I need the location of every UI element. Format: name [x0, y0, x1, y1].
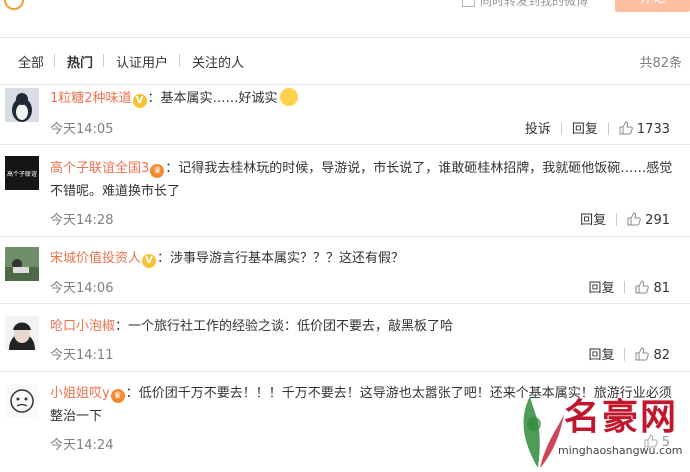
avatar[interactable]: 高个子联谊 — [5, 156, 39, 190]
member-crown-icon: ♛ — [150, 164, 165, 178]
avatar[interactable] — [5, 316, 39, 350]
comment-actions: 投诉 回复 1733 — [525, 118, 670, 137]
forward-checkbox[interactable] — [462, 0, 475, 7]
like-button[interactable]: 1733 — [619, 121, 670, 137]
tab-divider — [54, 54, 55, 67]
thumbs-up-icon — [627, 212, 641, 226]
comment-time: 今天14:24 — [50, 438, 114, 453]
comment-text: 宋城价值投资人 V ：涉事导游言行基本属实？？？这还有假？ — [50, 247, 680, 270]
comment-body: ：涉事导游言行基本属实？？？这还有假？ — [157, 251, 405, 266]
avatar[interactable] — [5, 384, 39, 418]
comment-time: 今天14:11 — [50, 348, 114, 363]
comment-count: 共82条 — [639, 56, 682, 71]
comment-body: ：一个旅行社工作的经验之谈：低价团不要去，敲黑板了哈 — [115, 319, 454, 334]
comment-text: 高个子联谊全国3 ♛ ：记得我去桂林玩的时候，导游说，市长说了，谁敢砸桂林招牌，我就… — [50, 157, 680, 203]
comment-actions: 回复 291 — [580, 209, 670, 228]
comment-toolbar: 同时转发到我的微博 评论 — [0, 0, 690, 20]
watermark-logo-icon — [523, 396, 564, 468]
like-button[interactable]: 81 — [635, 280, 670, 296]
smile-emoticon-icon — [279, 88, 298, 106]
like-count: 291 — [645, 213, 670, 228]
tab-divider — [179, 54, 180, 67]
comment-filter-tabs: 全部 热门 认证用户 关注的人 共82条 — [0, 37, 690, 85]
comment-submit-button[interactable]: 评论 — [615, 0, 690, 12]
like-button[interactable]: 291 — [627, 212, 670, 228]
comment-time: 今天14:06 — [50, 281, 114, 296]
reply-button[interactable]: 回复 — [572, 122, 598, 137]
comment-item: 宋城价值投资人 V ：涉事导游言行基本属实？？？这还有假？ 今天14:06 回复 81 — [0, 237, 690, 304]
comment-text: 呛口小泡椒：一个旅行社工作的经验之谈：低价团不要去，敲黑板了哈 — [50, 315, 680, 338]
action-divider — [560, 122, 562, 135]
comment-item: 1粒糖2种味道 V ：基本属实……好诚实 今天14:05 投诉 回复 1733 — [0, 84, 690, 145]
action-divider — [624, 281, 626, 294]
verified-v-icon: V — [132, 94, 147, 108]
thumbs-up-icon — [635, 347, 650, 361]
comment-time: 今天14:28 — [50, 213, 114, 228]
comment-item: 呛口小泡椒：一个旅行社工作的经验之谈：低价团不要去，敲黑板了哈 今天14:11 … — [0, 304, 690, 372]
avatar[interactable] — [5, 88, 39, 122]
comment-username[interactable]: 呛口小泡椒 — [50, 319, 115, 334]
action-divider — [607, 122, 609, 135]
comment-text: 1粒糖2种味道 V ：基本属实……好诚实 — [50, 87, 680, 110]
comment-username[interactable]: 宋城价值投资人 — [50, 251, 141, 266]
reply-button[interactable]: 回复 — [588, 281, 614, 296]
tab-verified[interactable]: 认证用户 — [116, 52, 168, 71]
like-button[interactable]: 82 — [635, 347, 670, 363]
watermark: 名豪网 minghaoshangwu.com — [508, 384, 690, 472]
tab-following[interactable]: 关注的人 — [192, 52, 244, 71]
avatar-text: 高个子联谊 — [7, 170, 37, 178]
member-crown-icon: ♛ — [110, 389, 125, 403]
comment-item: 高个子联谊 高个子联谊全国3 ♛ ：记得我去桂林玩的时候，导游说，市长说了，谁敢砸桂… — [0, 145, 690, 237]
comment-username[interactable]: 小姐姐哎y — [50, 386, 110, 401]
tab-all[interactable]: 全部 — [18, 52, 44, 71]
forward-label: 同时转发到我的微博 — [480, 0, 589, 8]
watermark-brand: 名豪网 — [564, 396, 679, 438]
comment-body: ：基本属实……好诚实 — [147, 91, 278, 106]
action-divider — [624, 348, 626, 361]
reply-button[interactable]: 回复 — [580, 213, 606, 228]
comment-actions: 回复 82 — [588, 344, 670, 363]
comment-time: 今天14:05 — [50, 122, 114, 137]
thumbs-up-icon — [619, 121, 633, 135]
thumbs-up-icon — [635, 280, 650, 294]
comment-username[interactable]: 1粒糖2种味道 — [50, 91, 132, 106]
tab-hot[interactable]: 热门 — [67, 52, 93, 71]
emoji-icon[interactable] — [4, 0, 24, 10]
watermark-url: minghaoshangwu.com — [558, 444, 683, 457]
action-divider — [616, 213, 618, 226]
like-count: 82 — [653, 348, 670, 363]
comment-actions: 回复 81 — [588, 277, 670, 296]
like-count: 1733 — [636, 122, 670, 137]
avatar[interactable] — [5, 247, 39, 281]
reply-button[interactable]: 回复 — [588, 348, 614, 363]
report-button[interactable]: 投诉 — [525, 122, 551, 137]
tab-divider — [103, 54, 104, 67]
like-count: 81 — [653, 281, 670, 296]
comment-username[interactable]: 高个子联谊全国3 — [50, 161, 149, 176]
verified-v-icon: V — [142, 254, 157, 268]
